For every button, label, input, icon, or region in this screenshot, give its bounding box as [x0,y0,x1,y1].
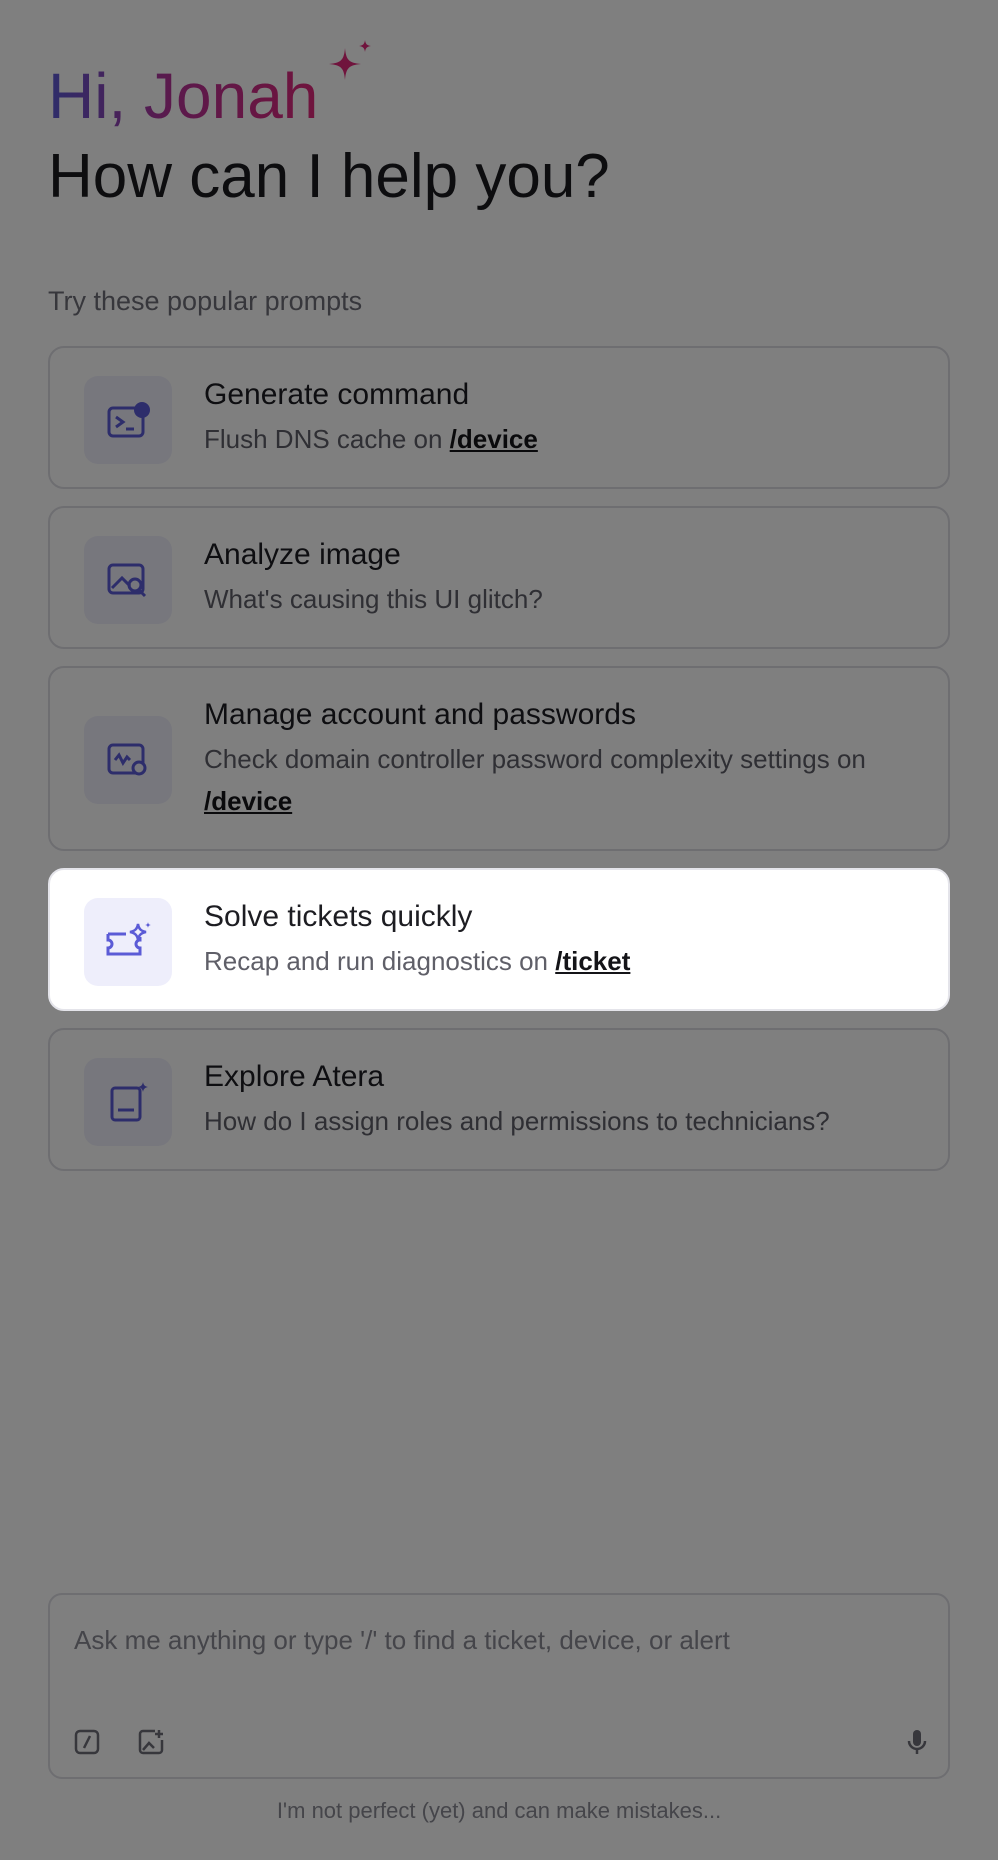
ticket-sparkle-icon [84,898,172,986]
prompt-title: Analyze image [204,538,401,571]
prompt-title: Generate command [204,378,470,411]
prompt-description: Flush DNS cache on /device [204,424,538,454]
prompt-description: What's causing this UI glitch? [204,584,543,614]
greeting: Hi, Jonah [48,60,319,132]
terminal-icon [84,376,172,464]
device-link[interactable]: /device [450,424,538,454]
prompt-title: Solve tickets quickly [204,900,473,933]
page-title: How can I help you? [48,142,610,211]
prompt-card-manage-accounts[interactable]: Manage account and passwords Check domai… [48,666,950,851]
device-link[interactable]: /device [204,786,292,816]
chat-input-placeholder: Ask me anything or type '/' to find a ti… [74,1625,730,1655]
prompt-card-generate-command[interactable]: Generate command Flush DNS cache on /dev… [48,346,950,489]
prompt-card-explore-atera[interactable]: Explore Atera How do I assign roles and … [48,1028,950,1171]
slash-command-icon[interactable] [70,1725,104,1759]
prompt-description: Check domain controller password complex… [204,744,866,816]
prompt-card-solve-tickets[interactable]: Solve tickets quickly Recap and run diag… [48,868,950,1011]
prompt-description: How do I assign roles and permissions to… [204,1106,830,1136]
prompts-label: Try these popular prompts [48,286,363,316]
microphone-icon[interactable] [900,1725,934,1759]
image-search-icon [84,536,172,624]
prompt-title: Explore Atera [204,1060,385,1093]
prompt-card-analyze-image[interactable]: Analyze image What's causing this UI gli… [48,506,950,649]
assistant-home: Hi, Jonah How can I help you? Try these … [0,0,998,1860]
image-upload-icon[interactable] [134,1725,168,1759]
chat-input-box[interactable]: Ask me anything or type '/' to find a ti… [48,1593,950,1779]
prompt-description: Recap and run diagnostics on /ticket [204,946,631,976]
sparkle-icon [329,40,371,80]
book-sparkle-icon [84,1058,172,1146]
prompt-title: Manage account and passwords [204,698,636,731]
disclaimer: I'm not perfect (yet) and can make mista… [276,1798,722,1823]
ticket-link[interactable]: /ticket [555,946,630,976]
password-settings-icon [84,716,172,804]
